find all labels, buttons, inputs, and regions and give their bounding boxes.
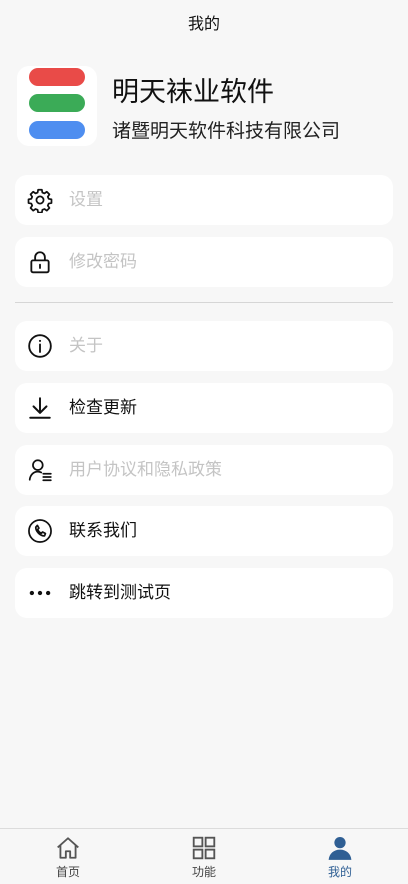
app-name: 明天袜业软件 (112, 77, 274, 108)
check-update-label: 检查更新 (69, 398, 137, 418)
phone-icon (27, 518, 53, 544)
change-password-label: 修改密码 (69, 252, 137, 272)
settings-item[interactable]: 设置 (15, 175, 393, 225)
user-agreement-label: 用户协议和隐私政策 (69, 460, 222, 480)
user-list-icon (27, 457, 53, 483)
tab-functions[interactable]: 功能 (159, 829, 249, 884)
contact-label: 联系我们 (69, 521, 137, 541)
person-icon (327, 835, 353, 861)
contact-item[interactable]: 联系我们 (15, 506, 393, 556)
page-title: 我的 (187, 14, 220, 33)
tab-mine-label: 我的 (327, 865, 352, 879)
section-divider (15, 302, 393, 303)
company-name: 诸暨明天软件科技有限公司 (112, 120, 341, 142)
change-password-item[interactable]: 修改密码 (15, 237, 393, 287)
page-header: 我的 (0, 0, 408, 44)
test-page-label: 跳转到测试页 (69, 583, 171, 603)
download-icon (27, 395, 53, 421)
logo-green-bar (29, 94, 85, 112)
tab-mine[interactable]: 我的 (295, 829, 385, 884)
lock-icon (27, 249, 53, 275)
more-dots-icon (27, 580, 53, 606)
grid-icon (191, 835, 217, 861)
profile-section: 明天袜业软件 诸暨明天软件科技有限公司 (17, 66, 397, 148)
logo-blue-bar (29, 121, 85, 139)
test-page-item[interactable]: 跳转到测试页 (15, 568, 393, 618)
info-icon (27, 333, 53, 359)
about-item[interactable]: 关于 (15, 321, 393, 371)
tab-functions-label: 功能 (191, 865, 216, 879)
gear-icon (27, 187, 53, 213)
bottom-tab-bar: 首页 功能 我的 (0, 828, 408, 884)
about-label: 关于 (69, 336, 103, 356)
logo-red-bar (29, 68, 85, 86)
user-agreement-item[interactable]: 用户协议和隐私政策 (15, 445, 393, 495)
check-update-item[interactable]: 检查更新 (15, 383, 393, 433)
app-logo (17, 66, 97, 146)
settings-label: 设置 (69, 190, 103, 210)
tab-home-label: 首页 (55, 865, 80, 879)
tab-home[interactable]: 首页 (23, 829, 113, 884)
home-icon (55, 835, 81, 861)
